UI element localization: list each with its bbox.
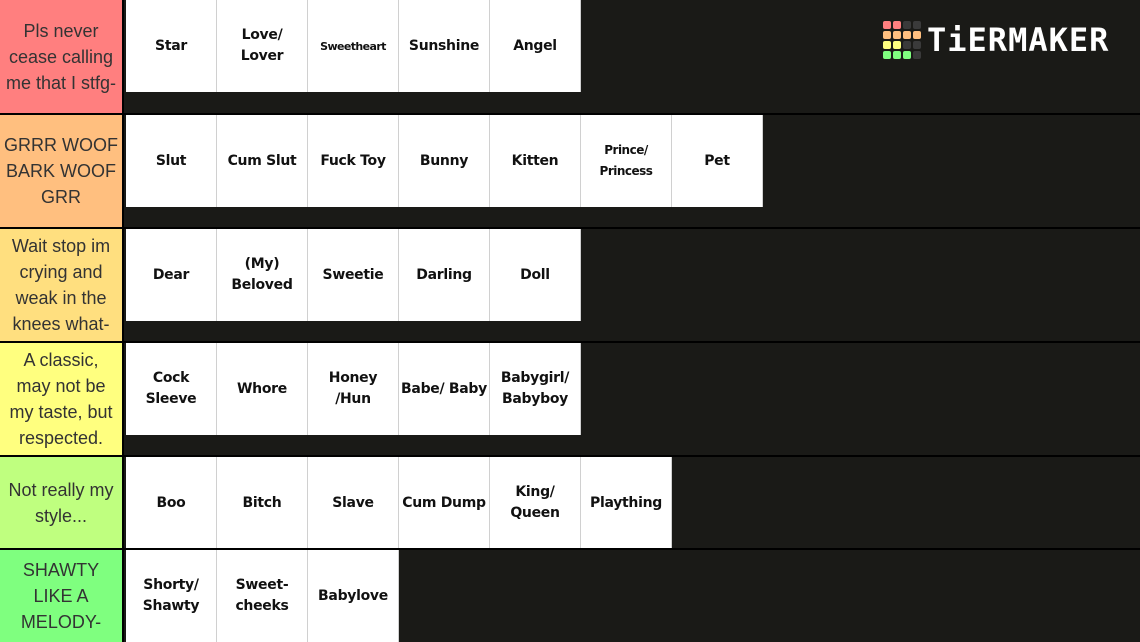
- tier-items: Dear (My) Beloved Sweetie Darling Doll: [126, 229, 581, 321]
- tier-row: Wait stop im crying and weak in the knee…: [0, 227, 1140, 341]
- tier-label[interactable]: A classic, may not be my taste, but resp…: [0, 343, 124, 455]
- tier-item-tile[interactable]: Babylove: [308, 550, 399, 642]
- tier-row: SHAWTY LIKE A MELODY- Shorty/ Shawty Sweet…: [0, 548, 1140, 642]
- tier-item-tile[interactable]: Babygirl/ Babyboy: [490, 343, 581, 435]
- tier-label[interactable]: Wait stop im crying and weak in the knee…: [0, 229, 124, 341]
- logo-grid-cell: [903, 21, 911, 29]
- logo-grid-cell: [903, 41, 911, 49]
- tier-items: Star Love/ Lover Sweetheart Sunshine Angel: [126, 0, 581, 92]
- tier-item-tile[interactable]: Star: [126, 0, 217, 92]
- tier-items: Boo Bitch Slave Cum Dump King/ Queen Playthin…: [126, 457, 672, 549]
- logo-grid-cell: [883, 41, 891, 49]
- tier-item-tile[interactable]: Plaything: [581, 457, 672, 549]
- tier-item-tile[interactable]: Slave: [308, 457, 399, 549]
- tier-row: A classic, may not be my taste, but resp…: [0, 341, 1140, 455]
- tier-label[interactable]: GRRR WOOF BARK WOOF GRR: [0, 115, 124, 227]
- tier-label[interactable]: SHAWTY LIKE A MELODY-: [0, 550, 124, 642]
- tier-label[interactable]: Pls never cease calling me that I stfg-: [0, 0, 124, 113]
- logo-grid-cell: [883, 51, 891, 59]
- tier-item-tile[interactable]: Shorty/ Shawty: [126, 550, 217, 642]
- tier-item-tile[interactable]: (My) Beloved: [217, 229, 308, 321]
- logo-grid-cell: [893, 31, 901, 39]
- tier-item-tile[interactable]: Dear: [126, 229, 217, 321]
- tiermaker-logo: TiERMAKER: [883, 20, 1109, 60]
- tier-item-tile[interactable]: Darling: [399, 229, 490, 321]
- tier-items: Cock Sleeve Whore Honey /Hun Babe/ Baby Baby…: [126, 343, 581, 435]
- logo-grid-cell: [893, 51, 901, 59]
- tier-row: Not really my style... Boo Bitch Slave Cum D…: [0, 455, 1140, 549]
- logo-grid-cell: [903, 51, 911, 59]
- tier-items: Shorty/ Shawty Sweet- cheeks Babylove: [126, 550, 399, 642]
- tier-item-tile[interactable]: King/ Queen: [490, 457, 581, 549]
- logo-grid-cell: [893, 41, 901, 49]
- tier-item-tile[interactable]: Angel: [490, 0, 581, 92]
- logo-grid-cell: [883, 31, 891, 39]
- tier-item-tile[interactable]: Sweetheart: [308, 0, 399, 92]
- logo-text: TiERMAKER: [927, 21, 1110, 59]
- tier-item-tile[interactable]: Whore: [217, 343, 308, 435]
- tier-item-tile[interactable]: Honey /Hun: [308, 343, 399, 435]
- tier-item-tile[interactable]: Love/ Lover: [217, 0, 308, 92]
- tier-item-tile[interactable]: Bitch: [217, 457, 308, 549]
- tier-item-tile[interactable]: Cum Dump: [399, 457, 490, 549]
- tier-item-tile[interactable]: Pet: [672, 115, 763, 207]
- logo-grid-cell: [913, 41, 921, 49]
- tier-list-board: Pls never cease calling me that I stfg- S…: [0, 0, 1140, 642]
- tier-item-tile[interactable]: Bunny: [399, 115, 490, 207]
- tier-item-tile[interactable]: Sweetie: [308, 229, 399, 321]
- logo-grid-cell: [903, 31, 911, 39]
- tier-items: Slut Cum Slut Fuck Toy Bunny Kitten Prince/ P…: [126, 115, 763, 207]
- tier-item-tile[interactable]: Babe/ Baby: [399, 343, 490, 435]
- tier-row: GRRR WOOF BARK WOOF GRR Slut Cum Slut Fuck …: [0, 113, 1140, 227]
- tier-item-tile[interactable]: Cock Sleeve: [126, 343, 217, 435]
- tier-item-tile[interactable]: Cum Slut: [217, 115, 308, 207]
- tier-item-tile[interactable]: Doll: [490, 229, 581, 321]
- tier-item-tile[interactable]: Sunshine: [399, 0, 490, 92]
- logo-grid-cell: [913, 31, 921, 39]
- tier-item-tile[interactable]: Prince/ Princess: [581, 115, 672, 207]
- logo-grid-cell: [893, 21, 901, 29]
- logo-grid-cell: [913, 51, 921, 59]
- tier-item-tile[interactable]: Sweet- cheeks: [217, 550, 308, 642]
- tier-item-tile[interactable]: Fuck Toy: [308, 115, 399, 207]
- tier-item-tile[interactable]: Boo: [126, 457, 217, 549]
- logo-grid-cell: [913, 21, 921, 29]
- logo-grid-icon: [883, 21, 921, 59]
- tier-item-tile[interactable]: Slut: [126, 115, 217, 207]
- tier-label[interactable]: Not really my style...: [0, 457, 124, 548]
- tier-item-tile[interactable]: Kitten: [490, 115, 581, 207]
- logo-grid-cell: [883, 21, 891, 29]
